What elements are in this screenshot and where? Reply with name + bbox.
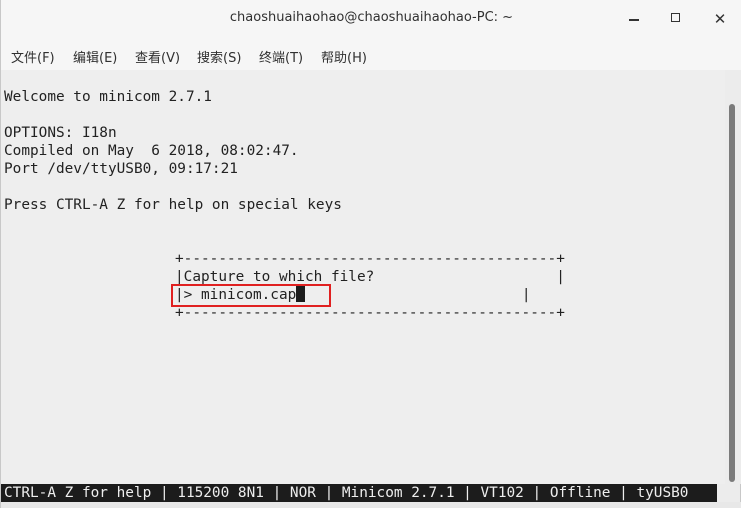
maximize-button[interactable] bbox=[665, 8, 687, 30]
bottom-strip bbox=[1, 502, 741, 508]
dialog-bottom-border: +---------------------------------------… bbox=[175, 305, 565, 321]
menu-edit[interactable]: 编辑(E) bbox=[73, 47, 117, 66]
title-bar[interactable]: chaoshuaihaohao@chaoshuaihaohao-PC: ~ ✕ bbox=[1, 0, 741, 38]
menu-bar: 文件(F) 编辑(E) 查看(V) 搜索(S) 终端(T) 帮助(H) bbox=[1, 38, 741, 70]
terminal-line-port: Port /dev/ttyUSB0, 09:17:21 bbox=[4, 161, 238, 177]
scrollbar[interactable] bbox=[725, 70, 741, 484]
menu-view[interactable]: 查看(V) bbox=[135, 47, 180, 66]
terminal-line-options: OPTIONS: I18n bbox=[4, 125, 117, 141]
minimize-button[interactable] bbox=[623, 8, 645, 30]
terminal-line-welcome: Welcome to minicom 2.7.1 bbox=[4, 89, 212, 105]
close-icon: ✕ bbox=[713, 10, 727, 28]
dialog-input-suffix: | bbox=[305, 287, 531, 303]
terminal-line-compiled: Compiled on May 6 2018, 08:02:47. bbox=[4, 143, 299, 159]
dialog-input-row[interactable]: |> minicom.cap | bbox=[175, 286, 531, 304]
menu-help[interactable]: 帮助(H) bbox=[321, 47, 367, 66]
close-button[interactable]: ✕ bbox=[709, 8, 731, 30]
dialog-top-border: +---------------------------------------… bbox=[175, 251, 565, 267]
minicom-status-line: CTRL-A Z for help | 115200 8N1 | NOR | M… bbox=[1, 484, 717, 502]
scrollbar-thumb[interactable] bbox=[729, 104, 735, 482]
menu-file[interactable]: 文件(F) bbox=[11, 47, 55, 66]
menu-search[interactable]: 搜索(S) bbox=[197, 47, 241, 66]
dialog-input-prefix: |> bbox=[175, 287, 201, 303]
terminal-area[interactable]: Welcome to minicom 2.7.1 OPTIONS: I18n C… bbox=[1, 70, 725, 484]
menu-terminal[interactable]: 终端(T) bbox=[259, 47, 303, 66]
capture-file-input[interactable]: minicom.cap bbox=[201, 287, 296, 303]
maximize-icon bbox=[671, 13, 680, 22]
dialog-prompt: |Capture to which file? | bbox=[175, 269, 565, 285]
terminal-line-help-hint: Press CTRL-A Z for help on special keys bbox=[4, 197, 342, 213]
text-cursor bbox=[296, 286, 306, 302]
minimize-icon bbox=[629, 19, 639, 21]
terminal-window: chaoshuaihaohao@chaoshuaihaohao-PC: ~ ✕ … bbox=[0, 0, 741, 508]
